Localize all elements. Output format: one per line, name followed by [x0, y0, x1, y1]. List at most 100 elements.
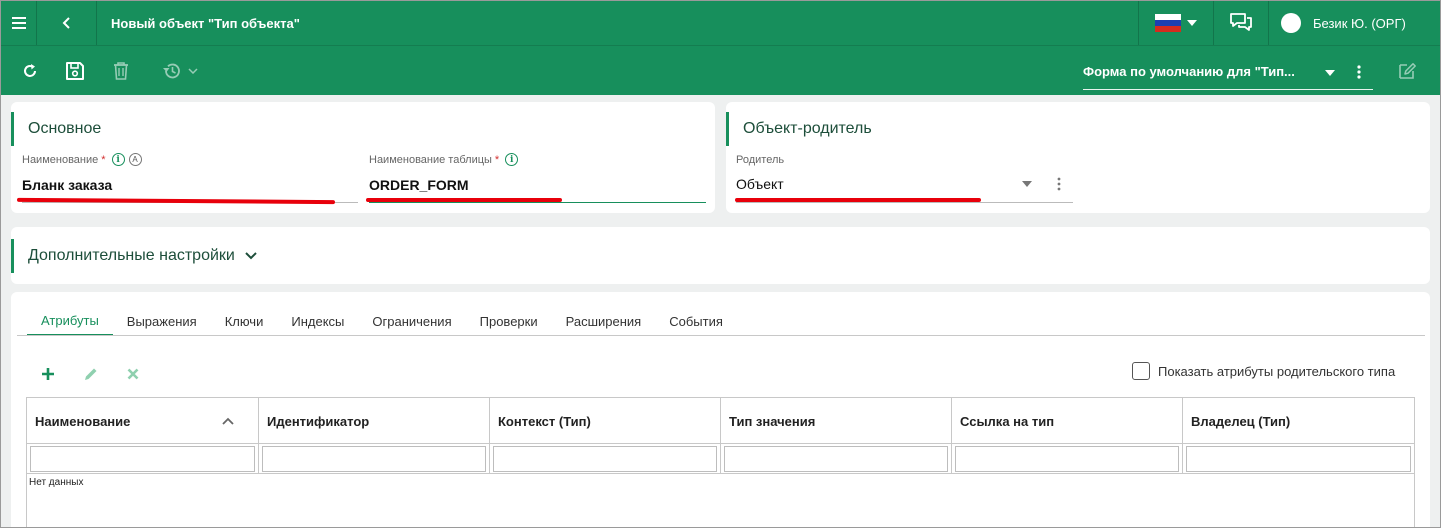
parent-field-label: Родитель: [736, 154, 785, 166]
filter-type-ref-input[interactable]: [955, 446, 1179, 472]
delete-button[interactable]: [108, 58, 134, 84]
toolbar: Форма по умолчанию для "Тип...: [1, 45, 1440, 95]
caret-down-icon[interactable]: [1022, 181, 1032, 187]
more-vertical-icon[interactable]: [1357, 65, 1361, 79]
tab-constraints[interactable]: Ограничения: [358, 306, 465, 336]
column-header-label: Наименование: [35, 413, 131, 429]
filter-cell: [259, 444, 490, 474]
more-vertical-icon[interactable]: [1057, 177, 1061, 191]
translate-icon[interactable]: A: [128, 153, 142, 166]
filter-cell: [952, 444, 1183, 474]
column-header-value-type[interactable]: Тип значения: [721, 398, 952, 444]
extra-settings-title: Дополнительные настройки: [28, 247, 235, 264]
chevron-down-icon: [188, 68, 198, 74]
table-label-text: Наименование таблицы: [369, 153, 492, 166]
form-selector[interactable]: Форма по умолчанию для "Тип...: [1083, 54, 1373, 90]
tab-events[interactable]: События: [655, 306, 737, 336]
show-parent-attrs-toggle[interactable]: Показать атрибуты родительского типа: [1132, 362, 1395, 380]
russia-flag-icon: [1155, 14, 1181, 32]
red-highlight-mark: [735, 198, 981, 202]
parent-section-card: Объект-родитель Родитель Объект: [726, 102, 1430, 213]
history-button[interactable]: [157, 58, 203, 84]
history-icon: [163, 63, 180, 79]
back-button[interactable]: [37, 1, 97, 45]
close-icon: [127, 368, 139, 380]
table-field-value[interactable]: ORDER_FORM: [369, 177, 469, 193]
refresh-button[interactable]: [17, 58, 43, 84]
pencil-icon: [85, 368, 97, 380]
form-selector-value: Форма по умолчанию для "Тип...: [1083, 64, 1295, 79]
filter-value-type-input[interactable]: [724, 446, 948, 472]
tab-expressions[interactable]: Выражения: [113, 306, 211, 336]
user-menu[interactable]: Безик Ю. (ОРГ): [1269, 1, 1440, 45]
parent-field-underline: [736, 202, 1073, 203]
parent-section-title: Объект-родитель: [726, 112, 872, 146]
filter-name-input[interactable]: [30, 446, 255, 472]
required-mark: *: [101, 153, 106, 166]
filter-owner-input[interactable]: [1186, 446, 1411, 472]
edit-form-button[interactable]: [1394, 58, 1420, 84]
edit-button[interactable]: [81, 364, 101, 384]
chevron-down-icon: [245, 252, 257, 260]
main-section-title: Основное: [11, 112, 101, 146]
refresh-icon: [24, 64, 36, 77]
empty-state-text: Нет данных: [29, 477, 84, 488]
extra-settings-header[interactable]: Дополнительные настройки: [11, 239, 257, 273]
parent-field-value[interactable]: Объект: [736, 176, 784, 192]
filter-cell: [27, 444, 259, 474]
name-label-text: Наименование: [22, 153, 99, 166]
filter-context-input[interactable]: [493, 446, 717, 472]
add-button[interactable]: [38, 364, 58, 384]
chat-button[interactable]: [1214, 1, 1269, 45]
trash-icon: [114, 62, 128, 80]
language-selector[interactable]: [1138, 1, 1214, 45]
column-header-label: Тип значения: [729, 413, 816, 429]
caret-down-icon: [1325, 70, 1335, 76]
info-icon[interactable]: i: [505, 153, 519, 166]
show-parent-attrs-label: Показать атрибуты родительского типа: [1158, 363, 1396, 379]
plus-icon: [42, 368, 54, 380]
filter-cell: [1183, 444, 1414, 474]
column-header-owner[interactable]: Владелец (Тип): [1183, 398, 1414, 444]
column-header-label: Владелец (Тип): [1191, 413, 1291, 429]
main-section-card: Основное Наименование * i A Бланк заказа…: [11, 102, 715, 213]
user-name: Безик Ю. (ОРГ): [1313, 15, 1406, 31]
avatar: [1281, 13, 1301, 33]
sort-asc-icon[interactable]: [222, 417, 234, 425]
name-field-value[interactable]: Бланк заказа: [22, 177, 112, 193]
remove-button[interactable]: [123, 364, 143, 384]
filter-identifier-input[interactable]: [262, 446, 486, 472]
info-icon[interactable]: i: [111, 153, 125, 166]
show-parent-attrs-checkbox[interactable]: [1132, 362, 1150, 380]
tab-attributes[interactable]: Атрибуты: [27, 306, 113, 336]
filter-cell: [721, 444, 952, 474]
caret-down-icon: [1187, 20, 1197, 26]
table-field-label: Наименование таблицы * i: [369, 153, 519, 166]
red-highlight-mark: [366, 198, 562, 202]
required-mark: *: [494, 153, 500, 166]
column-header-type-ref[interactable]: Ссылка на тип: [952, 398, 1183, 444]
table-field-underline: [369, 202, 706, 203]
chat-icon: [1230, 13, 1252, 31]
grid-header: Наименование Идентификатор Контекст (Тип…: [27, 398, 1414, 444]
tab-bar: Атрибуты Выражения Ключи Индексы Огранич…: [27, 306, 737, 336]
column-header-context[interactable]: Контекст (Тип): [490, 398, 721, 444]
top-bar: Новый объект "Тип объекта" Безик Ю. (ОРГ…: [1, 1, 1440, 45]
grid-filter-row: [27, 444, 1414, 474]
name-field-label: Наименование * i A: [22, 153, 142, 166]
column-header-label: Ссылка на тип: [960, 413, 1055, 429]
tab-indexes[interactable]: Индексы: [277, 306, 358, 336]
save-button[interactable]: [62, 58, 88, 84]
tab-extensions[interactable]: Расширения: [552, 306, 656, 336]
column-header-name[interactable]: Наименование: [27, 398, 259, 444]
app-window: Новый объект "Тип объекта" Безик Ю. (ОРГ…: [0, 0, 1441, 528]
hamburger-icon: [11, 17, 26, 29]
extra-settings-card[interactable]: Дополнительные настройки: [11, 227, 1430, 284]
page-title: Новый объект "Тип объекта": [111, 15, 300, 31]
column-header-label: Контекст (Тип): [498, 413, 591, 429]
tabs-divider: [17, 335, 1425, 336]
menu-button[interactable]: [1, 1, 37, 45]
column-header-identifier[interactable]: Идентификатор: [259, 398, 490, 444]
tab-checks[interactable]: Проверки: [466, 306, 552, 336]
tab-keys[interactable]: Ключи: [211, 306, 278, 336]
